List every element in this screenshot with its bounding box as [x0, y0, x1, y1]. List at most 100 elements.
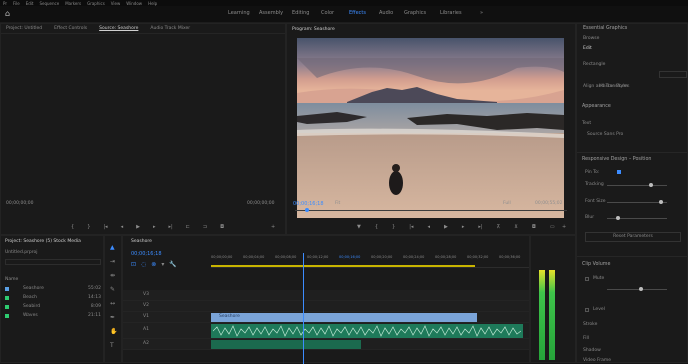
workspace-tab-effects[interactable]: Effects [349, 10, 366, 16]
workspace-menu-icon[interactable]: » [480, 10, 483, 16]
go-to-out-icon[interactable]: ▸| [478, 224, 482, 230]
ripple-edit-icon[interactable]: ⇹ [110, 272, 117, 279]
slip-tool-icon[interactable]: ↔ [110, 300, 117, 307]
pen-tool-icon[interactable]: ✒ [110, 314, 117, 321]
add-marker-icon[interactable]: ▾ [161, 261, 164, 268]
menu-item-view[interactable]: View [111, 1, 121, 6]
fit-dropdown[interactable]: Fit [335, 201, 340, 206]
reset-button[interactable]: Reset Parameters [585, 232, 681, 242]
mark-out-icon[interactable]: } [392, 224, 395, 230]
track-v1[interactable]: V1 Seashore [123, 312, 529, 323]
menu-item-sequence[interactable]: Sequence [39, 1, 59, 6]
blur-knob[interactable] [616, 216, 620, 220]
track-v3[interactable]: V3 [123, 290, 529, 301]
menu-item-help[interactable]: Help [148, 1, 157, 6]
tab-source[interactable]: Source: Seashore [99, 26, 138, 31]
menu-item-app[interactable]: Pr [3, 1, 7, 6]
marker-icon[interactable]: ▼ [357, 224, 361, 230]
go-to-in-icon[interactable]: |◂ [103, 224, 107, 230]
list-item[interactable]: Seabird 8:09 [5, 302, 101, 311]
step-back-icon[interactable]: ◂ [427, 224, 430, 230]
razor-tool-icon[interactable]: ✎ [110, 286, 117, 293]
timeline-playhead[interactable] [303, 253, 304, 364]
track-select-icon[interactable]: ⇥ [110, 258, 117, 265]
selection-tool-icon[interactable]: ▲ [110, 244, 117, 251]
step-forward-icon[interactable]: ▸ [153, 224, 156, 230]
tracking-slider[interactable] [607, 185, 667, 186]
tracking-knob[interactable] [649, 183, 653, 187]
type-tool-icon[interactable]: T [110, 342, 117, 349]
font-size-knob[interactable] [659, 200, 663, 204]
list-item[interactable]: Waves 21:11 [5, 311, 101, 320]
workspace-tab-color[interactable]: Color [321, 10, 334, 16]
name-header[interactable]: Name [5, 277, 18, 282]
mark-out-icon[interactable]: } [87, 224, 90, 230]
go-to-out-icon[interactable]: ▸| [168, 224, 172, 230]
play-icon[interactable]: ▶ [136, 224, 140, 230]
workspace-tab-editing[interactable]: Editing [292, 10, 309, 16]
zoom-dropdown[interactable]: Full [503, 201, 511, 206]
time-ruler[interactable]: 00;00;00;00 00;00;04;00 00;00;08;00 00;0… [211, 253, 529, 268]
insert-icon[interactable]: ⊏ [186, 224, 190, 230]
tab-project[interactable]: Project: Untitled [6, 26, 42, 31]
workspace-tab-learning[interactable]: Learning [228, 10, 250, 16]
audio-clip-2[interactable] [211, 340, 361, 349]
video-clip[interactable]: Seashore [211, 313, 477, 322]
menu-item-file[interactable]: File [13, 1, 20, 6]
workspace-tab-libraries[interactable]: Libraries [440, 10, 462, 16]
mark-in-icon[interactable]: { [71, 224, 74, 230]
tab-browse[interactable]: Browse [583, 36, 599, 41]
step-forward-icon[interactable]: ▸ [462, 224, 465, 230]
tab-effect-controls[interactable]: Effect Controls [54, 26, 87, 31]
level-slider[interactable] [607, 289, 667, 290]
project-search-input[interactable] [5, 259, 101, 265]
menu-item-graphics[interactable]: Graphics [87, 1, 105, 6]
font-size-slider[interactable] [607, 202, 667, 203]
add-button-icon[interactable]: + [271, 224, 275, 230]
list-item[interactable]: Beach 14:13 [5, 293, 101, 302]
mark-in-icon[interactable]: { [375, 224, 378, 230]
timeline-tab[interactable]: Seashore [131, 239, 152, 244]
wrench-icon[interactable]: 🔧 [169, 261, 176, 268]
lift-icon[interactable]: ⊼ [497, 224, 501, 230]
shape-dropdown[interactable] [659, 71, 687, 78]
program-playhead[interactable] [305, 208, 309, 212]
menu-item-edit[interactable]: Edit [26, 1, 34, 6]
pin-icon[interactable] [617, 170, 621, 174]
mute-checkbox[interactable] [585, 277, 589, 281]
export-frame-icon[interactable]: ◘ [532, 224, 536, 230]
export-frame-icon[interactable]: ◘ [220, 224, 224, 230]
snap-icon[interactable]: ◌ [141, 261, 146, 268]
program-scrubber[interactable] [295, 210, 567, 211]
text-font[interactable]: Source Sans Pro [587, 132, 623, 137]
track-a2[interactable]: A2 [123, 339, 529, 350]
menu-item-markers[interactable]: Markers [65, 1, 81, 6]
go-to-in-icon[interactable]: |◂ [409, 224, 413, 230]
menu-item-window[interactable]: Window [126, 1, 142, 6]
tab-edit[interactable]: Edit [583, 46, 592, 51]
hand-tool-icon[interactable]: ✋ [110, 328, 117, 335]
insert-nest-icon[interactable]: ⊡ [131, 261, 136, 268]
shape-layer-label[interactable]: Rectangle [583, 62, 605, 67]
level-checkbox[interactable] [585, 308, 589, 312]
tab-program[interactable]: Program: Seashore [292, 27, 335, 32]
play-icon[interactable]: ▶ [444, 224, 448, 230]
add-button-icon[interactable]: + [562, 224, 566, 230]
extract-icon[interactable]: ⊻ [514, 224, 518, 230]
home-icon[interactable]: ⌂ [5, 9, 14, 18]
level-knob[interactable] [639, 287, 643, 291]
workspace-tab-graphics[interactable]: Graphics [404, 10, 426, 16]
track-a1[interactable]: A1 [123, 323, 529, 339]
linked-selection-icon[interactable]: ⊗ [151, 261, 156, 268]
tab-audio-mixer[interactable]: Audio Track Mixer [150, 26, 190, 31]
workspace-tab-audio[interactable]: Audio [379, 10, 393, 16]
comparison-icon[interactable]: ▭ [550, 224, 555, 230]
workspace-tab-assembly[interactable]: Assembly [259, 10, 283, 16]
program-transport: ▼ { } |◂ ◂ ▶ ▸ ▸| ⊼ ⊻ ◘ ▭ [357, 224, 555, 230]
work-area-bar[interactable] [211, 265, 475, 267]
track-v2[interactable]: V2 [123, 301, 529, 312]
overwrite-icon[interactable]: ⊐ [203, 224, 207, 230]
list-item[interactable]: Seashore 55:02 [5, 284, 101, 293]
step-back-icon[interactable]: ◂ [121, 224, 124, 230]
project-title[interactable]: Project: Seashore (5) Stock Media [5, 239, 81, 244]
